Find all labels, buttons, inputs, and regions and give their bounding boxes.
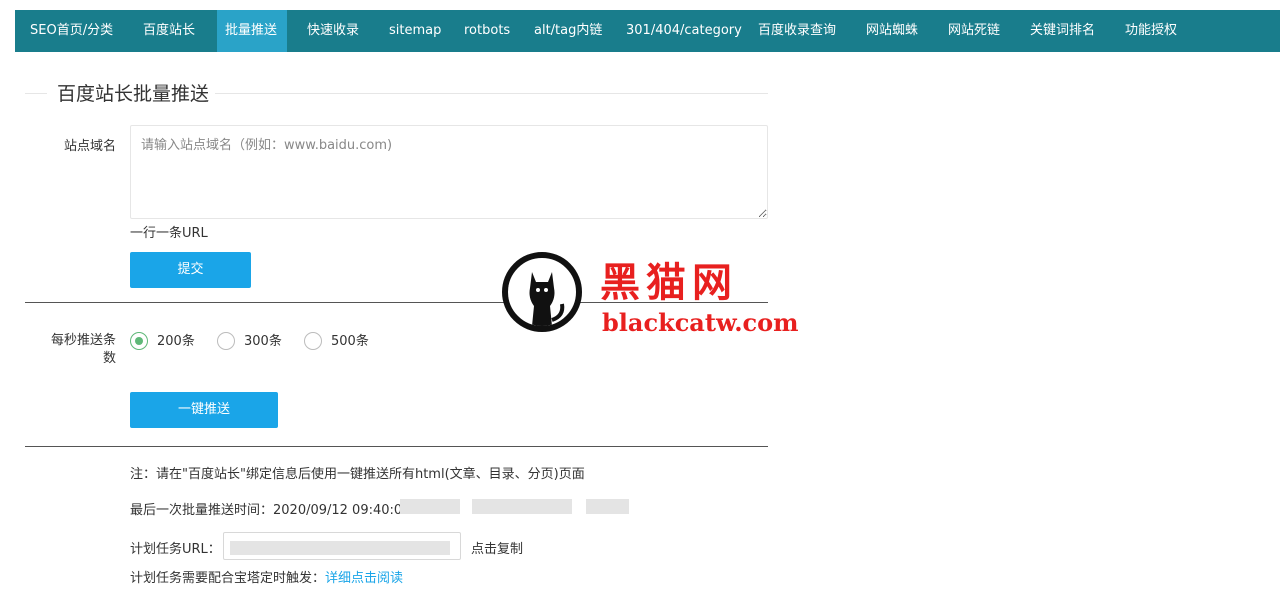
watermark-en-text: blackcatw.com	[602, 308, 799, 337]
task-url-field[interactable]	[223, 532, 461, 560]
watermark: 黑猫网 blackcatw.com	[500, 250, 799, 340]
radio-unchecked-icon	[304, 332, 322, 350]
nav-item-seo-home[interactable]: SEO首页/分类	[22, 10, 121, 52]
cron-note: 计划任务需要配合宝塔定时触发：详细点击阅读	[130, 567, 403, 586]
rate-option-label: 300条	[244, 334, 282, 349]
submit-button[interactable]: 提交	[130, 252, 251, 288]
top-nav: SEO首页/分类 百度站长 批量推送 快速收录 sitemap rotbots …	[15, 10, 1280, 52]
redacted-url	[230, 541, 450, 555]
nav-item-license[interactable]: 功能授权	[1117, 10, 1185, 52]
radio-unchecked-icon	[217, 332, 235, 350]
cron-text: 计划任务需要配合宝塔定时触发：	[130, 571, 326, 586]
nav-item-keyword-rank[interactable]: 关键词排名	[1022, 10, 1103, 52]
redacted-text	[400, 499, 460, 514]
page-title: 百度站长批量推送	[53, 80, 214, 108]
nav-item-sitemap[interactable]: sitemap	[381, 10, 449, 52]
nav-item-batch-push[interactable]: 批量推送	[217, 10, 287, 52]
rate-option-label: 500条	[331, 334, 369, 349]
black-cat-logo	[502, 252, 582, 332]
nav-item-fast-index[interactable]: 快速收录	[299, 10, 367, 52]
domain-input[interactable]	[130, 125, 768, 219]
rate-option-200[interactable]: 200条	[130, 331, 200, 353]
nav-item-spider[interactable]: 网站蜘蛛	[858, 10, 926, 52]
copy-link[interactable]: 点击复制	[471, 538, 523, 557]
radio-checked-icon	[130, 332, 148, 350]
rate-option-300[interactable]: 300条	[217, 331, 287, 353]
nav-item-dead-links[interactable]: 网站死链	[940, 10, 1008, 52]
divider	[25, 446, 768, 447]
nav-item-baidu-webmaster[interactable]: 百度站长	[135, 10, 203, 52]
usage-note: 注：请在"百度站长"绑定信息后使用一键推送所有html(文章、目录、分页)页面	[130, 467, 585, 482]
rate-label: 每秒推送条数	[50, 333, 116, 366]
cat-icon	[529, 272, 565, 326]
nav-item-301-404[interactable]: 301/404/category	[618, 10, 750, 52]
redacted-text	[586, 499, 629, 514]
push-all-button[interactable]: 一键推送	[130, 392, 278, 428]
section-line-left	[25, 93, 47, 94]
url-per-line-hint: 一行一条URL	[130, 226, 208, 241]
task-url-label: 计划任务URL：	[130, 542, 221, 557]
nav-item-index-query[interactable]: 百度收录查询	[750, 10, 844, 52]
rate-option-label: 200条	[157, 334, 195, 349]
last-push-time: 最后一次批量推送时间：2020/09/12 09:40:01	[130, 503, 411, 518]
nav-item-robots[interactable]: rotbots	[456, 10, 518, 52]
redacted-text	[472, 499, 572, 514]
nav-item-alt-tag[interactable]: alt/tag内链	[526, 10, 610, 52]
read-more-link[interactable]: 详细点击阅读	[325, 571, 403, 586]
domain-label: 站点域名	[63, 139, 116, 154]
section-header: 百度站长批量推送	[25, 80, 768, 108]
watermark-cn-text: 黑猫网	[600, 259, 738, 306]
section-line-right	[215, 93, 768, 94]
rate-option-500[interactable]: 500条	[304, 331, 374, 353]
